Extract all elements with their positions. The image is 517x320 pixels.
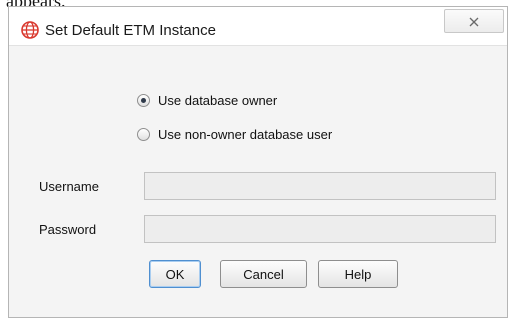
set-default-etm-dialog: Set Default ETM Instance Use database ow… xyxy=(8,6,508,318)
cancel-button[interactable]: Cancel xyxy=(220,260,307,288)
radio-option-database-owner[interactable]: Use database owner xyxy=(137,90,277,110)
radio-label-database-owner: Use database owner xyxy=(158,92,278,108)
password-field[interactable] xyxy=(144,215,496,243)
close-button[interactable] xyxy=(444,9,504,33)
dialog-body: Use database owner Use non-owner databas… xyxy=(9,45,507,317)
radio-button-non-owner-user[interactable] xyxy=(137,127,150,141)
password-label: Password xyxy=(39,222,97,237)
radio-option-non-owner-user[interactable]: Use non-owner database user xyxy=(137,124,332,144)
username-field[interactable] xyxy=(144,172,496,200)
globe-icon xyxy=(21,21,39,39)
help-button[interactable]: Help xyxy=(318,260,398,288)
dialog-title: Set Default ETM Instance xyxy=(45,22,216,39)
title-bar[interactable]: Set Default ETM Instance xyxy=(9,7,507,45)
radio-label-non-owner-user: Use non-owner database user xyxy=(158,126,333,142)
ok-button[interactable]: OK xyxy=(149,260,201,288)
close-icon xyxy=(469,17,479,27)
username-label: Username xyxy=(39,179,99,194)
radio-button-database-owner[interactable] xyxy=(137,93,150,107)
